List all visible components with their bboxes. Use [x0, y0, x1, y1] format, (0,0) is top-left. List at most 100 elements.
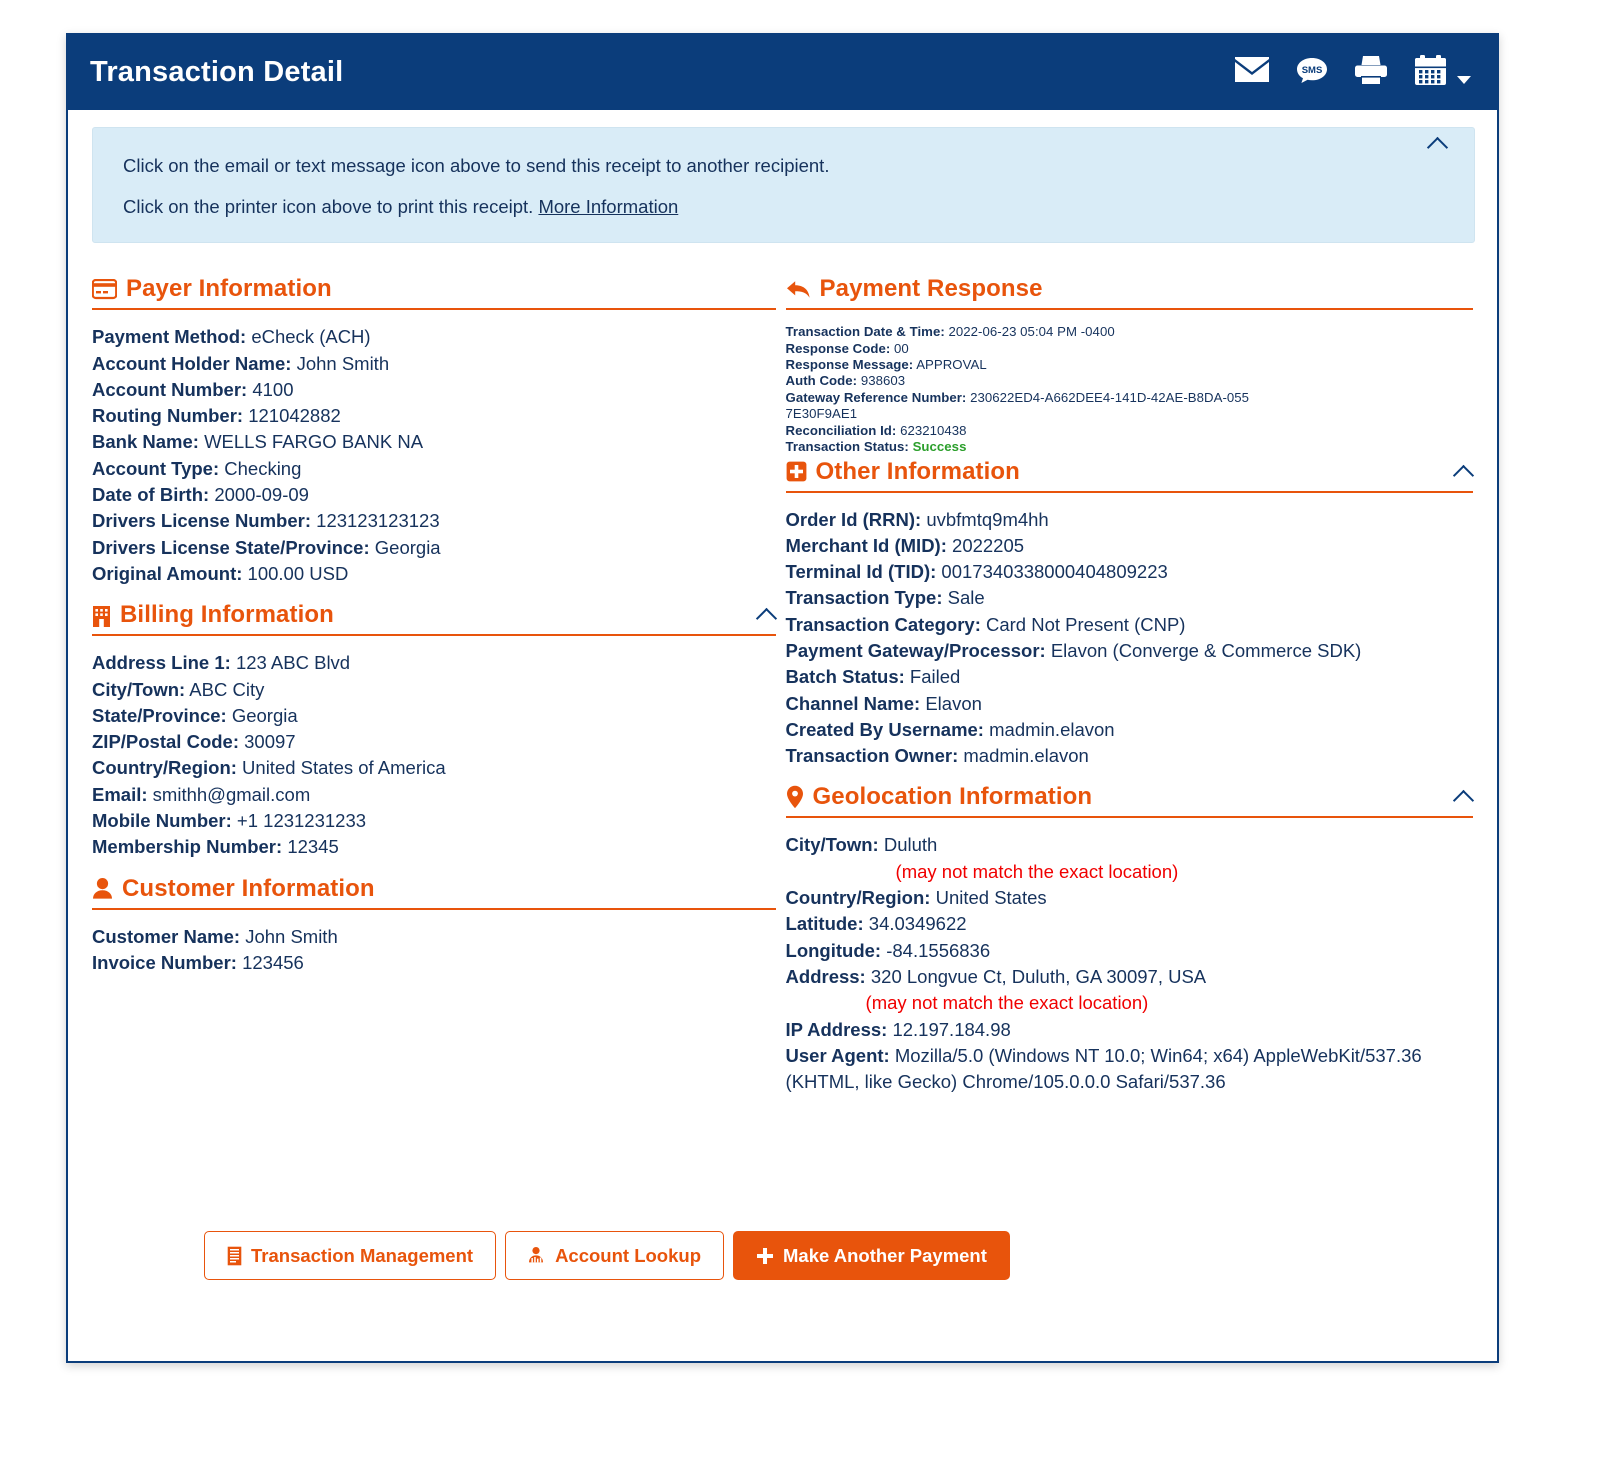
chevron-down-icon[interactable] — [1457, 75, 1471, 84]
field-row: Country/Region: United States — [786, 885, 1473, 911]
field-label: User Agent: — [785, 1044, 890, 1066]
field-value: 00 — [894, 340, 909, 356]
field-value: -84.1556836 — [886, 939, 991, 961]
field-value: 121042882 — [248, 405, 341, 427]
field-value: 2022205 — [952, 534, 1025, 556]
field-row: Membership Number: 12345 — [92, 834, 776, 860]
field-row: IP Address: 12.197.184.98 — [786, 1017, 1473, 1043]
chevron-up-icon — [755, 608, 777, 630]
titlebar-actions: SMS — [1234, 54, 1471, 91]
billing-information-header: Billing Information — [92, 601, 777, 637]
field-row: Mobile Number: +1 1231231233 — [92, 808, 776, 834]
field-row: Response Code: 00 — [786, 341, 1473, 357]
banner-line-1: Click on the email or text message icon … — [123, 155, 830, 176]
field-label: City/Town: — [785, 834, 879, 856]
field-row: Terminal Id (TID): 001734033800040480922… — [786, 559, 1473, 585]
geolocation-collapse-toggle[interactable] — [1452, 790, 1475, 812]
calendar-icon[interactable] — [1414, 54, 1447, 91]
banner-collapse-toggle[interactable] — [1426, 136, 1456, 166]
make-another-payment-button[interactable]: Make Another Payment — [733, 1231, 1010, 1280]
field-label: Account Type: — [92, 457, 220, 479]
field-row: Order Id (RRN): uvbfmtq9m4hh — [786, 507, 1473, 533]
field-label: Country/Region: — [92, 757, 237, 779]
banner-line-2: Click on the printer icon above to print… — [123, 195, 1444, 218]
other-information-header: Other Information — [785, 458, 1475, 493]
field-value: 4100 — [252, 378, 294, 400]
chevron-up-icon — [1426, 136, 1449, 159]
field-row: Reconciliation Id: 623210438 — [786, 423, 1473, 439]
field-value: 2000-09-09 — [214, 484, 309, 506]
field-row: Transaction Date & Time: 2022-06-23 05:0… — [786, 324, 1473, 340]
field-label: IP Address: — [785, 1018, 888, 1040]
field-value: 30097 — [244, 731, 296, 753]
email-icon[interactable] — [1234, 56, 1270, 89]
field-value: 34.0349622 — [868, 913, 967, 935]
field-label: Created By Username: — [785, 718, 984, 740]
payment-response-fields: Transaction Date & Time: 2022-06-23 05:0… — [786, 324, 1473, 455]
field-value: 100.00 USD — [247, 562, 349, 584]
field-value: +1 1231231233 — [236, 810, 367, 831]
content-columns: Payer Information Payment Method: eCheck… — [68, 243, 1497, 1095]
field-label: Auth Code: — [785, 373, 858, 389]
field-row: Drivers License State/Province: Georgia — [92, 535, 776, 561]
other-information-fields: Order Id (RRN): uvbfmtq9m4hh Merchant Id… — [786, 507, 1473, 770]
transaction-status-row: Transaction Status: Success — [786, 439, 1473, 455]
transaction-management-button[interactable]: Transaction Management — [204, 1231, 497, 1280]
field-label: Order Id (RRN): — [785, 508, 922, 530]
field-row: Invoice Number: 123456 — [92, 950, 776, 976]
billing-information-title: Billing Information — [120, 601, 334, 629]
field-value: 938603 — [860, 373, 906, 389]
transaction-detail-window: Transaction Detail SMS Click on the emai… — [66, 33, 1499, 1363]
field-row: Customer Name: John Smith — [92, 924, 776, 950]
field-label: Latitude: — [785, 913, 864, 935]
field-row: Transaction Category: Card Not Present (… — [786, 612, 1473, 638]
field-row: Payment Gateway/Processor: Elavon (Conve… — [786, 638, 1473, 664]
left-column: Payer Information Payment Method: eCheck… — [92, 275, 786, 1095]
field-value: 123456 — [242, 951, 304, 973]
field-label: Original Amount: — [92, 562, 243, 584]
payment-response-title: Payment Response — [819, 275, 1043, 303]
field-label: Transaction Date & Time: — [785, 324, 945, 340]
account-lookup-button[interactable]: Account Lookup — [505, 1231, 724, 1280]
field-label: Drivers License Number: — [92, 510, 312, 532]
chevron-up-icon — [1452, 790, 1475, 812]
account-lookup-label: Account Lookup — [555, 1244, 701, 1266]
field-value: John Smith — [245, 925, 338, 947]
field-label: Terminal Id (TID): — [785, 561, 937, 583]
field-label: Address: — [785, 965, 866, 987]
sms-icon[interactable]: SMS — [1296, 56, 1328, 89]
field-row: Bank Name: WELLS FARGO BANK NA — [92, 429, 776, 455]
field-label: Transaction Status: — [785, 439, 909, 455]
field-label: Routing Number: — [92, 405, 244, 427]
field-label: Country/Region: — [785, 887, 931, 909]
field-label: Drivers License State/Province: — [92, 536, 370, 558]
field-value: 12.197.184.98 — [892, 1018, 1011, 1040]
more-information-link[interactable]: More Information — [538, 196, 678, 217]
field-label: State/Province: — [92, 704, 227, 726]
credit-card-icon — [92, 278, 117, 300]
field-label: Response Code: — [785, 340, 891, 356]
field-label: Batch Status: — [785, 666, 905, 688]
window-titlebar: Transaction Detail SMS — [68, 35, 1497, 110]
screenshot-root: Transaction Detail SMS Click on the emai… — [0, 0, 1618, 1466]
field-value: 123123123123 — [316, 510, 440, 532]
field-value: 12345 — [287, 836, 339, 858]
field-row: Drivers License Number: 123123123123 — [92, 508, 776, 534]
field-label: Email: — [92, 783, 148, 805]
field-row: Longitude: -84.1556836 — [786, 938, 1473, 964]
field-label: Mobile Number: — [92, 810, 232, 831]
field-label: Gateway Reference Number: — [785, 389, 967, 405]
field-label: Bank Name: — [92, 431, 199, 453]
field-value: Checking — [224, 457, 302, 479]
printer-icon[interactable] — [1354, 55, 1388, 90]
other-collapse-toggle[interactable] — [1452, 464, 1475, 486]
field-value: Georgia — [374, 536, 441, 558]
field-value: Card Not Present (CNP) — [986, 613, 1186, 635]
field-label: Merchant Id (MID): — [785, 534, 947, 556]
make-another-payment-label: Make Another Payment — [783, 1244, 987, 1266]
field-label: ZIP/Postal Code: — [92, 731, 239, 753]
geolocation-address-note: (may not match the exact location) — [865, 992, 1149, 1014]
field-value: APPROVAL — [916, 357, 987, 373]
page-title: Transaction Detail — [90, 56, 344, 88]
billing-collapse-toggle[interactable] — [755, 608, 777, 630]
